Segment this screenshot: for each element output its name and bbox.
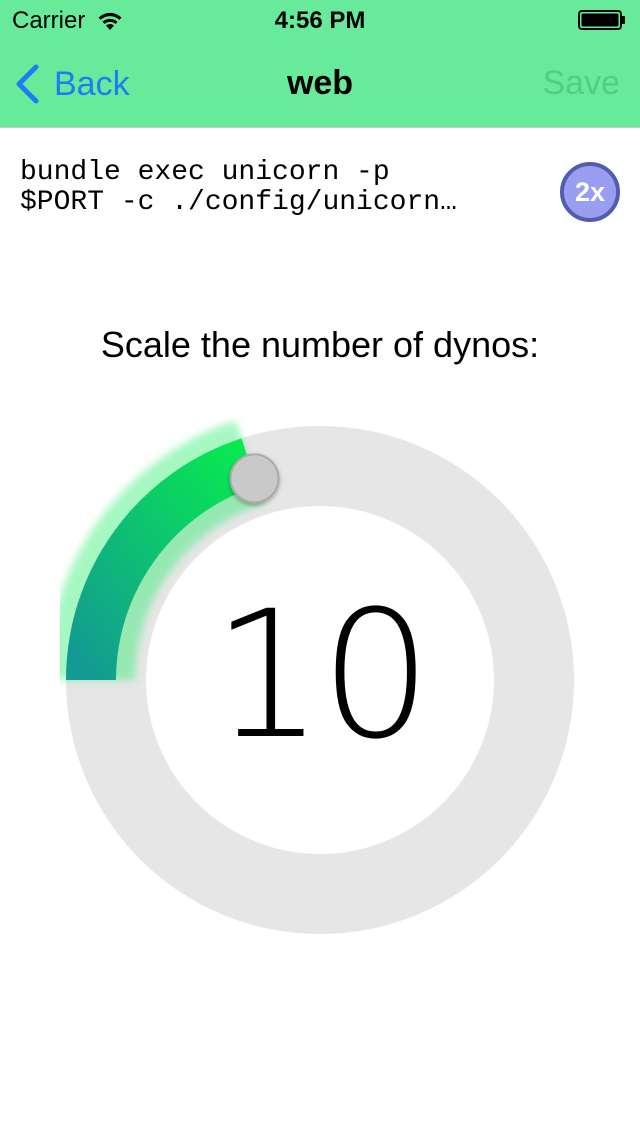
navigation-header: Carrier 4:56 PM Back web Save	[0, 0, 640, 128]
scale-prompt: Scale the number of dynos:	[100, 324, 540, 365]
save-button[interactable]: Save	[543, 64, 621, 103]
nav-bar: Back web Save	[0, 40, 640, 128]
process-command: bundle exec unicorn -p $PORT -c ./config…	[20, 158, 540, 218]
command-line-2: $PORT -c ./config/unicorn…	[20, 188, 457, 218]
command-line-1: bundle exec unicorn -p	[20, 158, 390, 188]
status-time: 4:56 PM	[274, 7, 366, 34]
dyno-count: 10	[212, 573, 432, 778]
dial-handle[interactable]	[229, 453, 280, 504]
battery-icon	[578, 10, 625, 30]
status-bar: Carrier 4:56 PM	[0, 0, 640, 40]
dyno-size-badge[interactable]: 2x	[560, 162, 620, 222]
